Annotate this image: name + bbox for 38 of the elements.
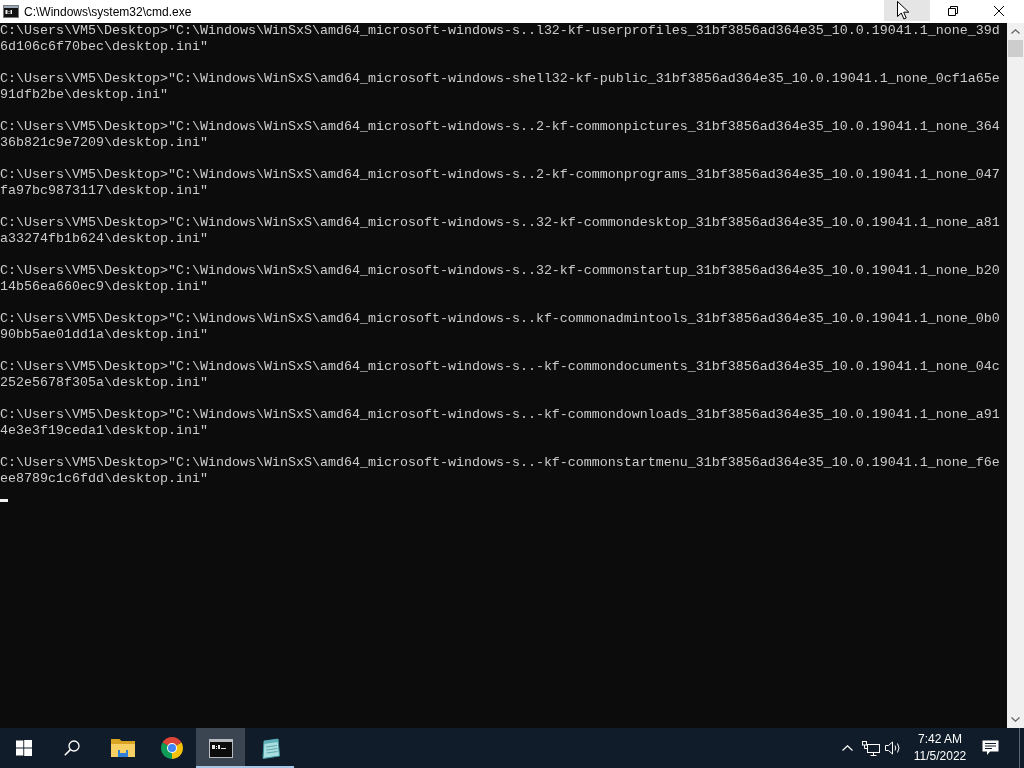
browser-icon xyxy=(160,737,183,759)
network-icon xyxy=(862,740,880,756)
console-line: fa97bc9873117\desktop.ini" xyxy=(0,183,208,199)
console-line: C:\Users\VM5\Desktop>"C:\Windows\WinSxS\amd64_microsoft-windows-s..-kf-commondocuments_31bf3856ad364e35_10.0.19041.1_none_04c xyxy=(0,359,1000,375)
chevron-up-icon xyxy=(841,745,853,751)
terminal-icon xyxy=(3,5,19,18)
chevron-down-icon xyxy=(1011,717,1020,722)
console-line: C:\Users\VM5\Desktop>"C:\Windows\WinSxS\amd64_microsoft-windows-s..2-kf-commonpictures_31bf3856ad364e35_10.0.19041.1_none_364 xyxy=(0,119,1000,135)
folder-icon xyxy=(110,738,135,758)
terminal-icon xyxy=(208,738,233,758)
console-line: a33274fb1b624\desktop.ini" xyxy=(0,231,208,247)
console-line: C:\Users\VM5\Desktop>"C:\Windows\WinSxS\amd64_microsoft-windows-s..2-kf-commonprograms_31bf3856ad364e35_10.0.19041.1_none_047 xyxy=(0,167,1000,183)
console-line: 36b821c9e7209\desktop.ini" xyxy=(0,135,208,151)
console-line: 90bb5ae01dd1a\desktop.ini" xyxy=(0,327,208,343)
console-line: C:\Users\VM5\Desktop>"C:\Windows\WinSxS\amd64_microsoft-windows-s..l32-kf-userprofiles_31bf3856ad364e35_10.0.19041.1_none_39d xyxy=(0,23,1000,39)
console-line: C:\Users\VM5\Desktop>"C:\Windows\WinSxS\amd64_microsoft-windows-shell32-kf-public_31bf3856ad364e35_10.0.19041.1_none_0cf1a65e xyxy=(0,71,1000,87)
console-line: 91dfb2be\desktop.ini" xyxy=(0,87,168,103)
console-line: C:\Users\VM5\Desktop>"C:\Windows\WinSxS\amd64_microsoft-windows-s..kf-commonadmintools_31bf3856ad364e35_10.0.19041.1_none_0b0 xyxy=(0,311,1000,327)
notification-icon xyxy=(981,740,999,756)
console-line: 6d106c6f70bec\desktop.ini" xyxy=(0,39,208,55)
clock-button[interactable]: 7:42 AM 11/5/2022 xyxy=(909,728,971,768)
search-icon xyxy=(64,740,80,756)
console-line: C:\Users\VM5\Desktop>"C:\Windows\WinSxS\amd64_microsoft-windows-s..32-kf-commonstartup_31bf3856ad364e35_10.0.19041.1_none_b20 xyxy=(0,263,1000,279)
console-line: 14b56ea660ec9\desktop.ini" xyxy=(0,279,208,295)
restore-icon xyxy=(948,5,958,16)
console-line: C:\Users\VM5\Desktop>"C:\Windows\WinSxS\amd64_microsoft-windows-s..-kf-commonstartmenu_31bf3856ad364e35_10.0.19041.1_none_f6e xyxy=(0,455,1000,471)
scrollbar-thumb[interactable] xyxy=(1008,40,1023,57)
speaker-icon xyxy=(885,741,901,755)
windows-logo-icon xyxy=(16,740,32,756)
close-icon xyxy=(994,5,1004,16)
console-line: C:\Users\VM5\Desktop>"C:\Windows\WinSxS\amd64_microsoft-windows-s..32-kf-commondesktop_31bf3856ad364e35_10.0.19041.1_none_a81 xyxy=(0,215,1000,231)
console-line: ee8789c1c6fdd\desktop.ini" xyxy=(0,471,208,487)
chevron-up-icon xyxy=(1011,29,1020,34)
console-line: C:\Users\VM5\Desktop>"C:\Windows\WinSxS\amd64_microsoft-windows-s..-kf-commondownloads_31bf3856ad364e35_10.0.19041.1_none_a91 xyxy=(0,407,1000,423)
taskbar-button[interactable] xyxy=(196,728,245,768)
console-line: 4e3e3f19ceda1\desktop.ini" xyxy=(0,423,208,439)
console-line: 252e5678f305a\desktop.ini" xyxy=(0,375,208,391)
window-title: C:\Windows\system32\cmd.exe xyxy=(24,3,192,21)
